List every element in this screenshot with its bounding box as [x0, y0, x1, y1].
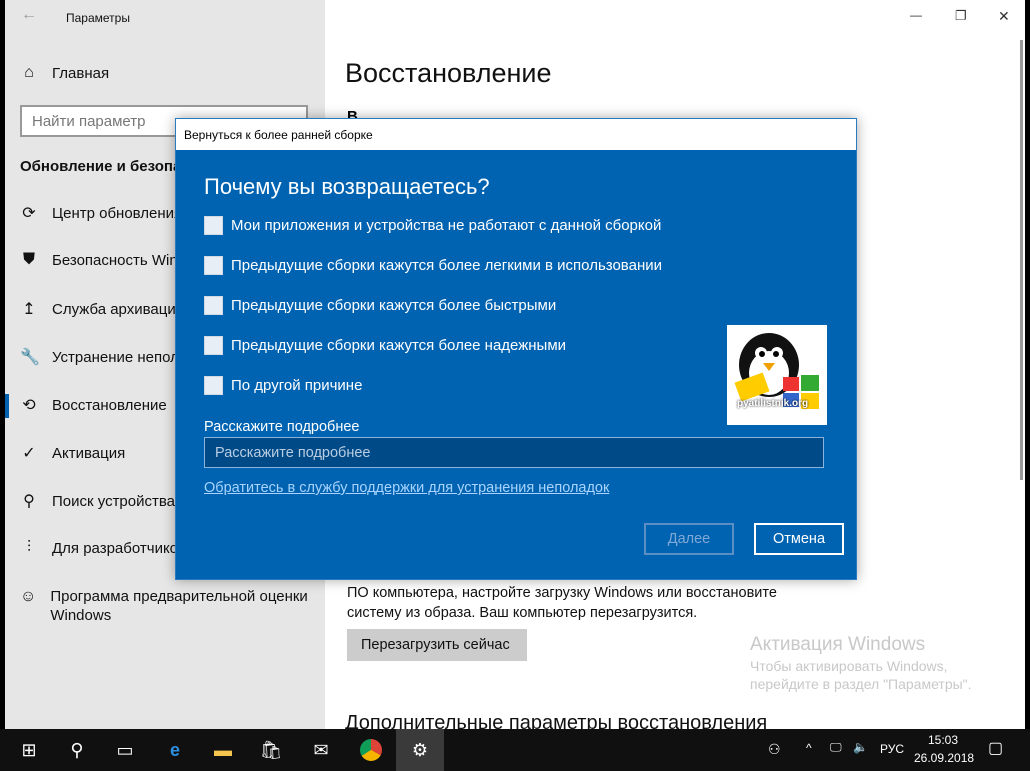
sidebar-item-label: Служба архивации	[52, 300, 185, 318]
cancel-button[interactable]: Отмена	[754, 523, 844, 555]
sidebar-item-icon: ⟳	[22, 205, 36, 222]
window-maximize[interactable]: ❐	[955, 8, 967, 24]
checkbox-box[interactable]	[204, 296, 223, 315]
mail-icon[interactable]: ✉	[297, 729, 345, 771]
sidebar-item[interactable]: ⫶ Для разработчико	[20, 539, 178, 557]
dialog-title: Вернуться к более ранней сборке	[176, 119, 856, 150]
people-icon[interactable]: ⚇	[768, 741, 781, 758]
home-icon: ⌂	[24, 64, 34, 81]
sidebar-item-icon: ✓	[22, 445, 36, 462]
store-icon[interactable]: 🛍	[247, 729, 295, 771]
scrollbar[interactable]	[1020, 40, 1023, 480]
page-title: Восстановление	[345, 58, 552, 88]
window-title: Параметры	[66, 11, 130, 25]
clock-date[interactable]: 26.09.2018	[914, 751, 974, 765]
sidebar-item[interactable]: ⛊ Безопасность Win	[20, 251, 178, 269]
sidebar-item-label: Центр обновления	[52, 204, 183, 222]
sidebar-item-label: Активация	[52, 444, 126, 462]
checkbox-box[interactable]	[204, 376, 223, 395]
sidebar-item-label: Устранение непол	[52, 348, 179, 366]
logo-image: pyatilistnik.org	[727, 325, 827, 425]
checkbox-box[interactable]	[204, 336, 223, 355]
details-input[interactable]	[204, 437, 824, 468]
reason-checkbox[interactable]: Мои приложения и устройства не работают …	[204, 216, 661, 235]
sidebar-item[interactable]: ✓ Активация	[20, 443, 125, 463]
sidebar-item-icon: ⟲	[22, 397, 36, 414]
search-placeholder: Найти параметр	[32, 113, 146, 130]
watermark-line2: перейдите в раздел "Параметры".	[750, 676, 972, 692]
watermark-title: Активация Windows	[750, 634, 926, 655]
reason-checkbox[interactable]: Предыдущие сборки кажутся более быстрыми	[204, 296, 556, 315]
sidebar-item[interactable]: ↥ Служба архивации	[20, 299, 184, 319]
sidebar-item[interactable]: ⟳ Центр обновления	[20, 203, 182, 223]
dialog-heading: Почему вы возвращаетесь?	[204, 174, 490, 199]
sidebar-item-icon: 🔧	[20, 349, 40, 366]
sidebar-item-icon: ⛊	[22, 251, 35, 268]
sidebar-item[interactable]: ⟲ Восстановление	[20, 395, 167, 415]
search-icon[interactable]: ⚲	[53, 729, 101, 771]
sidebar-item-home[interactable]: ⌂ Главная	[20, 64, 109, 82]
start-button[interactable]: ⊞	[5, 729, 53, 771]
checkbox-label: Предыдущие сборки кажутся более надежным…	[231, 337, 567, 354]
window-close[interactable]: ✕	[998, 8, 1010, 25]
network-icon[interactable]: 🖵	[830, 740, 842, 755]
sidebar-item[interactable]: ⚲ Поиск устройства	[20, 491, 175, 511]
sidebar-item-label: Восстановление	[52, 396, 167, 414]
activation-watermark: Активация Windows Чтобы активировать Win…	[750, 634, 972, 692]
checkbox-label: Предыдущие сборки кажутся более быстрыми	[231, 297, 557, 314]
logo-text: pyatilistnik.org	[737, 398, 809, 409]
sidebar-item[interactable]: 🔧 Устранение непол	[20, 347, 179, 367]
section-heading: Обновление и безопа	[20, 158, 182, 175]
checkbox-label: Мои приложения и устройства не работают …	[231, 217, 662, 234]
sidebar-item-label: Программа предварительной оценки Windows	[50, 588, 308, 624]
language-indicator[interactable]: РУС	[880, 742, 904, 756]
clock-time[interactable]: 15:03	[928, 733, 958, 747]
checkbox-label: Предыдущие сборки кажутся более легкими …	[231, 257, 662, 274]
support-link[interactable]: Обратитесь в службу поддержки для устран…	[204, 480, 609, 496]
window-minimize[interactable]: —	[910, 8, 922, 22]
sidebar-item-icon: ⫶	[26, 539, 31, 556]
reason-checkbox[interactable]: Предыдущие сборки кажутся более надежным…	[204, 336, 566, 355]
details-label: Расскажите подробнее	[204, 419, 360, 435]
explorer-icon[interactable]: ▬	[199, 729, 247, 771]
edge-icon[interactable]: e	[151, 729, 199, 771]
watermark-line1: Чтобы активировать Windows,	[750, 658, 948, 674]
checkbox-box[interactable]	[204, 256, 223, 275]
tray-expand-icon[interactable]: ^	[806, 741, 812, 755]
sidebar-item-icon: ☺	[20, 588, 37, 605]
volume-icon[interactable]: 🔈	[853, 740, 868, 754]
chrome-icon[interactable]	[347, 729, 395, 771]
action-center-icon[interactable]: ▢	[988, 738, 1003, 758]
sidebar-item-label: Для разработчико	[52, 539, 179, 557]
checkbox-label: По другой причине	[231, 377, 363, 394]
sidebar-item-icon: ⚲	[23, 493, 35, 510]
sidebar-item-label: Безопасность Win	[52, 251, 178, 269]
selected-indicator	[5, 394, 9, 418]
sidebar-item-label: Поиск устройства	[52, 492, 176, 510]
sidebar-item-icon: ↥	[22, 301, 36, 318]
next-button[interactable]: Далее	[644, 523, 734, 555]
reason-checkbox[interactable]: По другой причине	[204, 376, 362, 395]
rollback-dialog: Вернуться к более ранней сборке Почему в…	[175, 118, 857, 580]
back-icon[interactable]: ←	[21, 6, 37, 24]
checkbox-box[interactable]	[204, 216, 223, 235]
settings-taskbar-icon[interactable]: ⚙	[396, 729, 444, 771]
restart-now-button[interactable]: Перезагрузить сейчас	[347, 629, 527, 661]
task-view-icon[interactable]: ▭	[101, 729, 149, 771]
recovery-description: ПО компьютера, настройте загрузку Window…	[347, 585, 777, 621]
reason-checkbox[interactable]: Предыдущие сборки кажутся более легкими …	[204, 256, 662, 275]
sidebar-item[interactable]: ☺ Программа предварительной оценки Window…	[20, 587, 320, 625]
home-label: Главная	[52, 64, 110, 82]
